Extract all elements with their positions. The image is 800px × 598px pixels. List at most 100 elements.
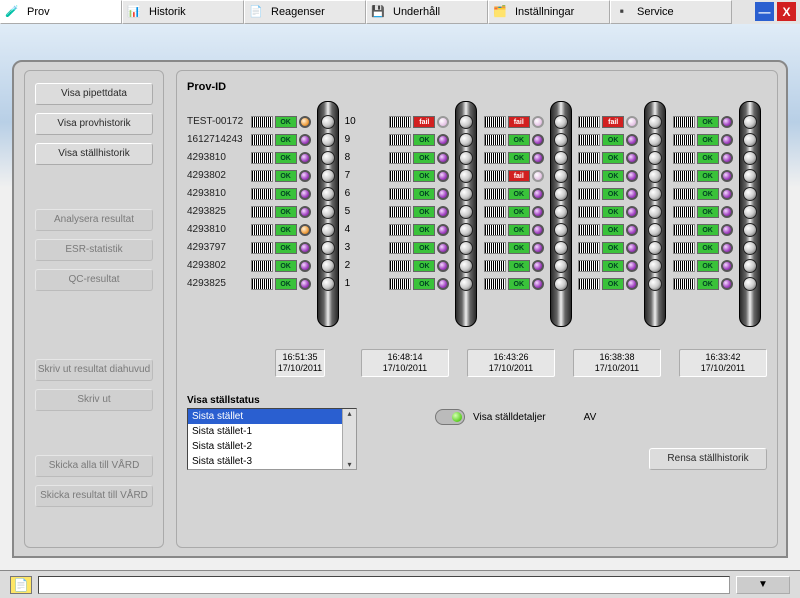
barcode-icon [484,152,506,164]
sample-slot[interactable]: OK [673,275,733,293]
reagent-icon: 📄 [249,5,267,19]
tab-underhall[interactable]: 💾Underhåll [366,0,488,24]
esr-statistik-button: ESR-statistik [35,239,153,261]
sample-slot[interactable]: OK [389,257,449,275]
sample-slot[interactable]: OK [251,131,311,149]
sample-slot[interactable]: OK [578,203,638,221]
sample-slot[interactable]: OK [251,149,311,167]
sample-slot[interactable]: OK [673,239,733,257]
sample-slot[interactable]: OK [251,113,311,131]
sample-slot[interactable]: OK [578,167,638,185]
sample-slot[interactable]: OK [673,203,733,221]
pipe-hole-icon [743,115,757,129]
minimize-button[interactable]: — [755,2,774,21]
status-fail-badge: fail [413,116,435,128]
sample-slot[interactable]: OK [673,131,733,149]
sample-slot[interactable]: OK [484,203,544,221]
sample-slot[interactable]: OK [389,239,449,257]
sample-slot[interactable]: OK [251,275,311,293]
sample-slot[interactable]: OK [251,185,311,203]
position-column: 10987654321 [345,113,356,293]
sample-slot[interactable]: OK [578,185,638,203]
list-item[interactable]: Sista stället-3 [188,454,356,469]
sample-led-icon [721,152,733,164]
toggle-switch-icon[interactable] [435,409,465,425]
visa-provhistorik-button[interactable]: Visa provhistorik [35,113,153,135]
sample-slot[interactable]: OK [484,257,544,275]
sample-slot[interactable]: OK [389,167,449,185]
scrollbar[interactable] [342,409,356,469]
status-dropdown[interactable]: ▼ [736,576,790,594]
sample-slot[interactable]: OK [578,275,638,293]
sample-slot[interactable]: OK [484,221,544,239]
sample-slot[interactable]: OK [673,113,733,131]
sample-slot[interactable]: OK [484,239,544,257]
visa-stallhistorik-button[interactable]: Visa ställhistorik [35,143,153,165]
sample-slot[interactable]: fail [389,113,449,131]
sample-slot[interactable]: OK [578,149,638,167]
tab-label: Service [637,6,674,18]
barcode-icon [673,188,695,200]
sample-slot[interactable]: OK [578,257,638,275]
status-ok-badge: OK [413,260,435,272]
pipe-hole-icon [554,169,568,183]
sample-slot[interactable]: OK [673,167,733,185]
sample-slot[interactable]: OK [251,239,311,257]
sample-led-icon [437,152,449,164]
sample-slot[interactable]: OK [578,239,638,257]
sample-slot[interactable]: fail [484,113,544,131]
sample-slot[interactable]: OK [389,185,449,203]
sample-slot[interactable]: OK [484,131,544,149]
sample-slot[interactable]: OK [251,257,311,275]
sample-slot[interactable]: OK [389,149,449,167]
close-button[interactable]: X [777,2,796,21]
sample-led-icon [532,278,544,290]
barcode-icon [484,242,506,254]
status-fail-badge: fail [508,116,530,128]
tab-reagenser[interactable]: 📄Reagenser [244,0,366,24]
sample-slot[interactable]: OK [389,275,449,293]
sample-slot[interactable]: OK [389,221,449,239]
sample-slot[interactable]: OK [578,131,638,149]
visa-stalldetaljer-toggle[interactable]: Visa ställdetaljer AV [435,409,596,425]
tab-historik[interactable]: 📊Historik [122,0,244,24]
barcode-icon [578,116,600,128]
sample-slot[interactable]: fail [578,113,638,131]
sample-slot[interactable]: OK [251,203,311,221]
sample-slot[interactable]: OK [389,131,449,149]
rack-status-listbox[interactable]: Sista stället Sista stället-1 Sista stäl… [187,408,357,470]
rensa-stallhistorik-button[interactable]: Rensa ställhistorik [649,448,767,470]
status-ok-badge: OK [697,116,719,128]
list-item[interactable]: Sista stället [188,409,356,424]
tab-service[interactable]: ▪️Service [610,0,732,24]
sample-slot[interactable]: OK [251,221,311,239]
tab-prov[interactable]: 🧪Prov [0,0,122,24]
tab-installningar[interactable]: 🗂️Inställningar [488,0,610,24]
list-item[interactable]: Sista stället-2 [188,439,356,454]
pipe-hole-icon [554,115,568,129]
barcode-icon [389,188,411,200]
sample-led-icon [299,152,311,164]
sample-slot[interactable]: OK [673,185,733,203]
list-item[interactable]: Sista stället-1 [188,424,356,439]
barcode-icon [484,224,506,236]
sample-slot[interactable]: OK [484,149,544,167]
barcode-icon [484,170,506,182]
sample-slot[interactable]: OK [389,203,449,221]
pipe-hole-icon [554,151,568,165]
sample-led-icon [299,134,311,146]
sample-slot[interactable]: OK [484,275,544,293]
sample-slot[interactable]: fail [484,167,544,185]
sample-slot[interactable]: OK [578,221,638,239]
sample-slot[interactable]: OK [673,149,733,167]
visa-pipettdata-button[interactable]: Visa pipettdata [35,83,153,105]
sample-slot[interactable]: OK [484,185,544,203]
sample-slot[interactable]: OK [673,221,733,239]
status-message-field[interactable] [38,576,730,594]
sample-slot[interactable]: OK [251,167,311,185]
sample-led-icon [626,242,638,254]
sample-led-icon [437,278,449,290]
sample-slot[interactable]: OK [673,257,733,275]
sample-id: 4293802 [187,167,251,185]
pipe-hole-icon [321,169,335,183]
